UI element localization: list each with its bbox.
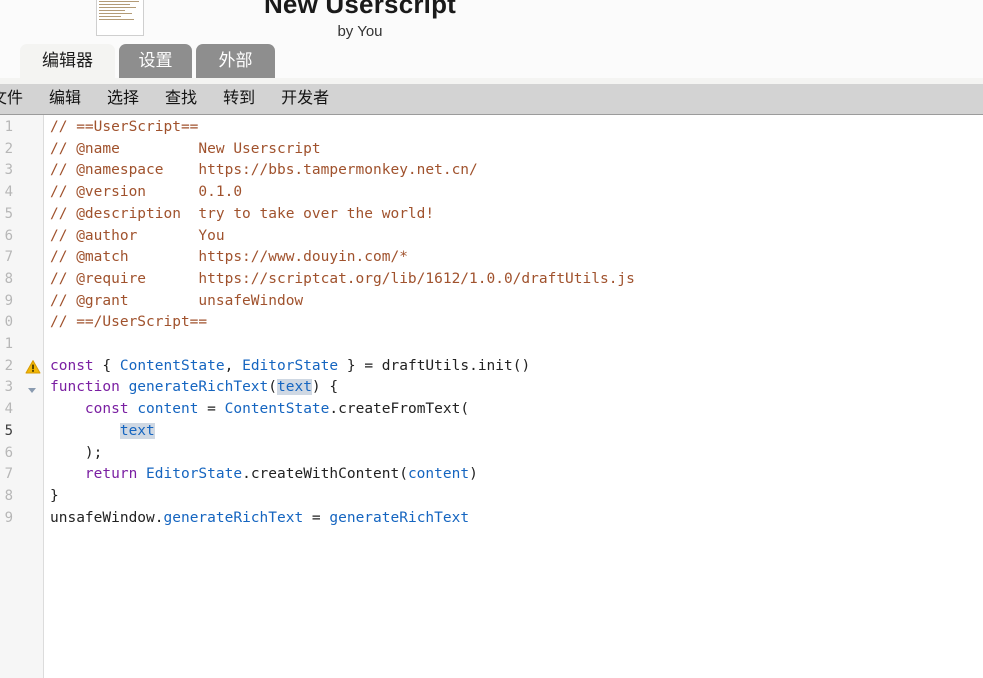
line-number: 9	[4, 509, 13, 526]
line-number: 2	[4, 357, 13, 374]
script-editor-window: New Userscript by You 编辑器 设置 外部 文件 编辑 选择…	[0, 0, 983, 678]
line-number: 3	[4, 379, 13, 396]
gutter-line-5[interactable]: 5	[0, 204, 43, 226]
gutter-line-1[interactable]: 1	[0, 117, 43, 139]
script-title-block: New Userscript by You	[150, 0, 570, 42]
line-number: 0	[4, 314, 13, 331]
gutter-line-10[interactable]: 0	[0, 312, 43, 334]
gutter-line-15[interactable]: 5	[0, 420, 43, 443]
warning-icon[interactable]	[25, 359, 41, 375]
code-line-10[interactable]: // ==/UserScript==	[50, 312, 207, 334]
gutter-line-7[interactable]: 7	[0, 247, 43, 269]
line-number: 4	[4, 401, 13, 418]
editor-gutter[interactable]: 1 2 3 4 5 6 7 8 9 0 1 2 3 4 5 6 7 8 9	[0, 115, 44, 678]
code-line-6[interactable]: // @author You	[50, 226, 225, 248]
page-title: New Userscript	[263, 0, 457, 19]
line-number: 6	[4, 227, 13, 244]
line-number: 4	[4, 184, 13, 201]
gutter-line-8[interactable]: 8	[0, 269, 43, 291]
menu-item-find[interactable]: 查找	[152, 84, 210, 114]
line-number: 8	[4, 487, 13, 504]
code-editor[interactable]: 1234567890123456789 // ==UserScript==// …	[0, 115, 983, 678]
code-line-14[interactable]: const content = ContentState.createFromT…	[50, 399, 469, 421]
code-line-15[interactable]: text	[50, 421, 155, 443]
code-line-1[interactable]: // ==UserScript==	[50, 117, 198, 139]
line-number: 9	[4, 292, 13, 309]
tab-editor[interactable]: 编辑器	[20, 44, 115, 78]
code-fold-chevron-icon[interactable]	[26, 383, 38, 395]
code-line-5[interactable]: // @description try to take over the wor…	[50, 204, 434, 226]
gutter-line-6[interactable]: 6	[0, 226, 43, 248]
line-number: 8	[4, 270, 13, 287]
gutter-line-12[interactable]: 2	[0, 356, 43, 378]
gutter-line-14[interactable]: 4	[0, 399, 43, 421]
gutter-line-13[interactable]: 3	[0, 377, 43, 399]
gutter-line-16[interactable]: 6	[0, 443, 43, 465]
editor-code-area[interactable]: // ==UserScript==// @name New Userscript…	[45, 115, 983, 678]
gutter-line-17[interactable]: 7	[0, 464, 43, 486]
gutter-line-9[interactable]: 9	[0, 291, 43, 313]
line-number: 1	[4, 336, 13, 352]
line-number: 5	[4, 422, 13, 439]
code-line-12[interactable]: const { ContentState, EditorState } = dr…	[50, 356, 530, 378]
script-author: by You	[337, 23, 383, 40]
tab-bar: 编辑器 设置 外部	[0, 44, 983, 84]
line-number: 7	[4, 249, 13, 266]
gutter-line-2[interactable]: 2	[0, 139, 43, 161]
script-preview-thumbnail-icon	[96, 0, 144, 36]
gutter-line-19[interactable]: 9	[0, 508, 43, 530]
menu-item-developer[interactable]: 开发者	[268, 84, 342, 114]
code-line-17[interactable]: return EditorState.createWithContent(con…	[50, 464, 478, 486]
menu-item-edit[interactable]: 编辑	[36, 84, 94, 114]
code-line-8[interactable]: // @require https://scriptcat.org/lib/16…	[50, 269, 635, 291]
code-line-2[interactable]: // @name New Userscript	[50, 139, 321, 161]
code-line-4[interactable]: // @version 0.1.0	[50, 182, 242, 204]
code-line-13[interactable]: function generateRichText(text) {	[50, 377, 338, 399]
line-number: 6	[4, 444, 13, 461]
line-number: 5	[4, 205, 13, 222]
code-line-7[interactable]: // @match https://www.douyin.com/*	[50, 247, 408, 269]
gutter-line-18[interactable]: 8	[0, 486, 43, 508]
tab-external[interactable]: 外部	[196, 44, 275, 78]
line-number: 1	[4, 119, 13, 135]
line-number: 2	[4, 140, 13, 157]
code-line-9[interactable]: // @grant unsafeWindow	[50, 291, 303, 313]
line-number: 3	[4, 162, 13, 179]
tab-settings[interactable]: 设置	[119, 44, 192, 78]
gutter-line-3[interactable]: 3	[0, 160, 43, 182]
menu-bar: 文件 编辑 选择 查找 转到 开发者	[0, 84, 983, 115]
code-line-3[interactable]: // @namespace https://bbs.tampermonkey.n…	[50, 160, 478, 182]
code-line-16[interactable]: );	[50, 443, 102, 465]
code-line-18[interactable]: }	[50, 486, 59, 508]
gutter-line-4[interactable]: 4	[0, 182, 43, 204]
menu-item-selection[interactable]: 选择	[94, 84, 152, 114]
menu-item-goto[interactable]: 转到	[210, 84, 268, 114]
line-number: 7	[4, 466, 13, 483]
menu-item-file[interactable]: 文件	[0, 84, 36, 114]
gutter-line-11[interactable]: 1	[0, 334, 43, 356]
code-line-19[interactable]: unsafeWindow.generateRichText = generate…	[50, 508, 469, 530]
